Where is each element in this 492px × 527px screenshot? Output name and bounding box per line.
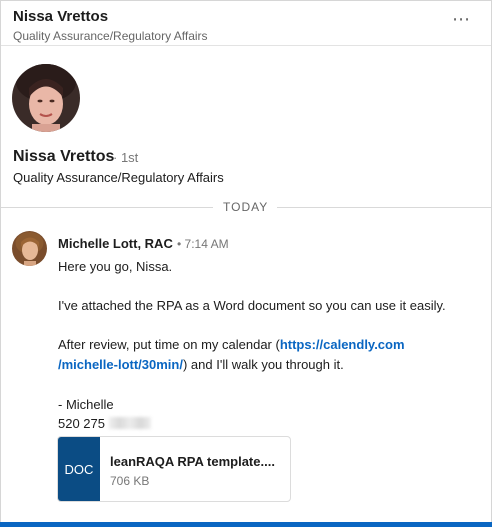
conversation-panel: Nissa Vrettos Quality Assurance/Regulato… [0,0,492,526]
attachment-filename[interactable]: leanRAQA RPA template.... [110,454,275,469]
divider-line-left [1,207,213,208]
message-line: I've attached the RPA as a Word document… [58,298,446,313]
profile-headline: Quality Assurance/Regulatory Affairs [13,170,224,185]
doc-file-icon: DOC [58,437,100,501]
conversation-header: Nissa Vrettos Quality Assurance/Regulato… [1,1,491,46]
message-text: After review, put time on my calendar ( [58,337,280,352]
divider-line-right [277,207,491,208]
date-divider-label: TODAY [223,200,269,214]
profile-avatar[interactable] [12,64,80,132]
calendly-link[interactable]: https://calendly.com [280,337,405,352]
message-line: Here you go, Nissa. [58,259,173,274]
connection-degree: · 1st [113,150,139,165]
calendly-link-continued[interactable]: /michelle-lott/30min/ [58,357,183,372]
phone-number: 520 275 [58,416,105,431]
message-line: After review, put time on my calendar (h… [58,337,405,352]
profile-name[interactable]: Nissa Vrettos [13,148,114,166]
header-contact-title: Quality Assurance/Regulatory Affairs [13,29,208,43]
sender-name[interactable]: Michelle Lott, RAC [58,236,173,251]
header-contact-name[interactable]: Nissa Vrettos [13,8,108,25]
more-options-icon[interactable]: ⋯ [452,10,471,28]
message-signoff: - Michelle [58,397,114,412]
sender-avatar[interactable] [12,231,47,266]
bottom-accent-bar [0,522,492,527]
attachment-card[interactable]: DOC leanRAQA RPA template.... 706 KB [57,436,291,502]
message-timestamp: • 7:14 AM [177,237,229,251]
redacted-blur [109,417,151,429]
attachment-size: 706 KB [110,474,150,488]
message-text: ) and I'll walk you through it. [182,357,344,372]
message-phone: 520 275 [58,416,151,431]
message-line: /michelle-lott/30min/) and I'll walk you… [58,357,344,372]
